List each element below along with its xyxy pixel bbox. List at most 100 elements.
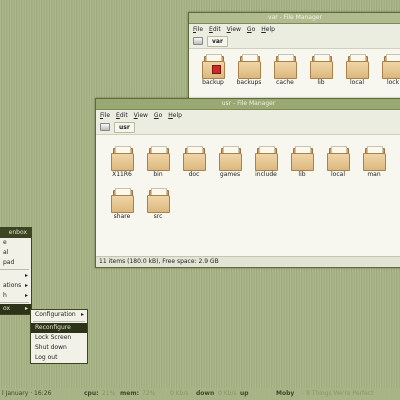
folder-icon [274, 53, 297, 79]
var-file-manager-window[interactable]: var - File Manager File Edit View Go Hel… [188, 12, 400, 102]
folder-icon [202, 53, 225, 79]
folder-icon [111, 187, 134, 213]
folder-icon [310, 53, 333, 79]
folder-item[interactable]: X11R6 [104, 145, 140, 178]
folder-icon [219, 145, 242, 171]
drive-icon[interactable] [193, 37, 203, 45]
session-submenu: Configuration ▸ Reconfigure Lock Screen S… [30, 309, 88, 364]
submenu-arrow-icon: ▸ [24, 282, 28, 289]
folder-item[interactable]: cache [267, 53, 303, 86]
folder-label: local [331, 171, 345, 178]
menu-bar: File Edit View Go Help [96, 110, 400, 120]
folder-icon [147, 145, 170, 171]
folder-label: X11R6 [112, 171, 132, 178]
folder-icon [363, 145, 386, 171]
menu-bar: File Edit View Go Help [189, 24, 400, 34]
menu-go[interactable]: Go [247, 26, 255, 33]
submenu-arrow-icon: ▸ [24, 272, 28, 279]
menu-view[interactable]: View [227, 26, 241, 33]
folder-label: man [367, 171, 381, 178]
folder-label: lib [317, 79, 325, 86]
path-bar: usr [96, 120, 400, 135]
path-button[interactable]: var [207, 35, 228, 47]
submenu-item-configuration[interactable]: Configuration ▸ [31, 310, 87, 320]
submenu-arrow-icon: ▸ [80, 311, 84, 318]
menu-edit[interactable]: Edit [116, 112, 128, 119]
folder-label: backup [202, 79, 224, 86]
menu-view[interactable]: View [134, 112, 148, 119]
folder-item[interactable]: doc [176, 145, 212, 178]
usr-file-manager-window[interactable]: usr - File Manager File Edit View Go Hel… [95, 98, 400, 268]
folder-icon [291, 145, 314, 171]
menu-help[interactable]: Help [261, 26, 275, 33]
folder-item[interactable]: backup [195, 53, 231, 86]
icon-view[interactable]: X11R6 bin doc games include lib local ma… [96, 135, 400, 257]
folder-item[interactable]: bin [140, 145, 176, 178]
folder-item[interactable]: lib [284, 145, 320, 178]
root-menu-title: enbox [0, 228, 31, 238]
folder-icon [346, 53, 369, 79]
music-title: - 8 Things We're Perfect [302, 390, 374, 397]
folder-label: include [255, 171, 277, 178]
root-menu: enbox e al pad ▸ ations ▸ h ▸ ox ▸ [0, 227, 32, 315]
submenu-arrow-icon: ▸ [24, 305, 28, 312]
folder-item[interactable]: backups [231, 53, 267, 86]
root-menu-item[interactable]: h ▸ [0, 291, 31, 301]
folder-label: lib [298, 171, 306, 178]
menu-go[interactable]: Go [154, 112, 162, 119]
folder-item[interactable]: man [356, 145, 392, 178]
folder-label: backups [236, 79, 262, 86]
error-badge-icon [212, 65, 221, 74]
folder-item[interactable]: games [212, 145, 248, 178]
icon-view[interactable]: backup backups cache lib local lock [189, 49, 400, 101]
submenu-item-reconfigure[interactable]: Reconfigure [31, 323, 87, 333]
folder-icon [183, 145, 206, 171]
folder-item[interactable]: share [104, 187, 140, 220]
folder-icon [327, 145, 350, 171]
root-menu-item[interactable]: e [0, 238, 31, 248]
status-bar: 11 items (180.0 kB), Free space: 2.9 GB [96, 256, 400, 267]
mem-label: mem: [120, 390, 139, 397]
music-artist: Moby [276, 390, 295, 397]
menu-edit[interactable]: Edit [209, 26, 221, 33]
folder-label: games [219, 171, 241, 178]
folder-label: lock [386, 79, 400, 86]
window-titlebar[interactable]: var - File Manager [189, 13, 400, 24]
path-bar: var [189, 34, 400, 49]
folder-label: share [113, 213, 131, 220]
download-speed: 0 Kb/s [170, 390, 189, 397]
upload-speed: 0 Kb/s [218, 390, 237, 397]
window-titlebar[interactable]: usr - File Manager [96, 99, 400, 110]
folder-icon [111, 145, 134, 171]
folder-label: src [153, 213, 163, 220]
folder-item[interactable]: src [140, 187, 176, 220]
folder-item[interactable]: lib [303, 53, 339, 86]
folder-item[interactable]: local [339, 53, 375, 86]
folder-icon [255, 145, 278, 171]
menu-separator [33, 321, 85, 322]
download-label: down [196, 390, 215, 397]
root-menu-item[interactable]: pad [0, 258, 31, 268]
folder-icon [147, 187, 170, 213]
menu-separator [0, 269, 29, 270]
cpu-label: cpu: [84, 390, 99, 397]
root-menu-item[interactable]: al [0, 248, 31, 258]
cpu-value: 21% [102, 390, 116, 397]
menu-help[interactable]: Help [168, 112, 182, 119]
folder-item[interactable]: include [248, 145, 284, 178]
folder-label: doc [188, 171, 200, 178]
root-menu-item-selected[interactable]: ox ▸ [0, 304, 31, 314]
folder-item[interactable]: local [320, 145, 356, 178]
upload-label: up [240, 390, 249, 397]
path-button[interactable]: usr [114, 121, 135, 133]
drive-icon[interactable] [100, 123, 110, 131]
menu-file[interactable]: File [100, 112, 110, 119]
root-menu-item[interactable]: ations ▸ [0, 281, 31, 291]
folder-item[interactable]: lock [375, 53, 400, 86]
submenu-item-lock-screen[interactable]: Lock Screen [31, 333, 87, 343]
menu-file[interactable]: File [193, 26, 203, 33]
root-menu-item[interactable]: ▸ [0, 271, 31, 281]
submenu-item-shut-down[interactable]: Shut down [31, 343, 87, 353]
submenu-item-log-out[interactable]: Log out [31, 353, 87, 363]
folder-label: cache [276, 79, 294, 86]
